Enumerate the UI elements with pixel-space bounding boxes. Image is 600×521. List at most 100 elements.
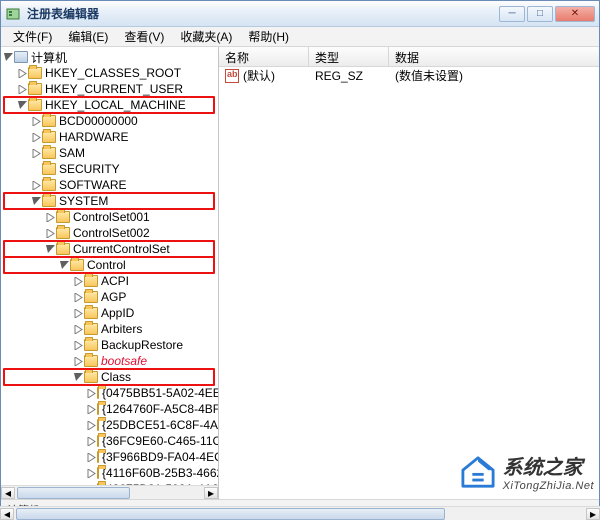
folder-icon	[84, 371, 98, 383]
tree-label: HKEY_CURRENT_USER	[45, 82, 183, 96]
tree-item[interactable]: AGP	[73, 289, 218, 305]
expand-icon[interactable]	[87, 420, 96, 430]
scroll-right-button[interactable]: ▸	[586, 508, 600, 520]
tree-item-guid[interactable]: {1264760F-A5C8-4BFE-B314-D56A7B	[87, 401, 218, 417]
tree-item-guid[interactable]: {25DBCE51-6C8F-4A72-8A6D-B54C2B	[87, 417, 218, 433]
scroll-thumb[interactable]	[16, 508, 445, 520]
collapse-icon[interactable]	[45, 244, 55, 254]
tree-item[interactable]: SECURITY	[31, 161, 218, 177]
folder-icon	[56, 243, 70, 255]
tree-item-guid[interactable]: {0475BB51-5A02-4EE0-B36C-29040F	[87, 385, 218, 401]
column-data[interactable]: 数据	[389, 47, 599, 66]
expand-icon[interactable]	[87, 404, 96, 414]
expand-icon[interactable]	[31, 132, 41, 142]
tree-item-control[interactable]: Control	[59, 257, 218, 273]
collapse-icon[interactable]	[3, 52, 13, 62]
tree-item-hkcu[interactable]: HKEY_CURRENT_USER	[17, 81, 218, 97]
registry-tree: 计算机 HKEY_CLASSES_ROOT HKEY_CURRENT_USER …	[1, 49, 218, 499]
expand-icon[interactable]	[73, 356, 83, 366]
folder-icon	[28, 83, 42, 95]
expand-icon[interactable]	[45, 228, 55, 238]
expand-icon[interactable]	[73, 324, 83, 334]
collapse-icon[interactable]	[59, 260, 69, 270]
list-body[interactable]: (默认) REG_SZ (数值未设置)	[219, 67, 599, 499]
expand-icon[interactable]	[31, 180, 41, 190]
folder-icon	[97, 451, 99, 463]
close-button[interactable]: ✕	[555, 6, 595, 22]
expand-icon[interactable]	[73, 340, 83, 350]
minimize-button[interactable]: ─	[499, 6, 525, 22]
tree-item[interactable]: Arbiters	[73, 321, 218, 337]
tree-item[interactable]: bootsafe	[73, 353, 218, 369]
expand-icon[interactable]	[45, 212, 55, 222]
titlebar[interactable]: 注册表编辑器 ─ □ ✕	[1, 1, 599, 27]
tree-pane[interactable]: 计算机 HKEY_CLASSES_ROOT HKEY_CURRENT_USER …	[1, 47, 219, 499]
tree-label: BCD00000000	[59, 114, 138, 128]
tree-item-class[interactable]: Class	[73, 369, 218, 385]
horizontal-scrollbar[interactable]: ◂ ▸	[1, 485, 218, 499]
tree-item[interactable]: SOFTWARE	[31, 177, 218, 193]
horizontal-scrollbar[interactable]: ◂ ▸	[0, 506, 600, 520]
tree-item-hklm[interactable]: HKEY_LOCAL_MACHINE	[17, 97, 218, 113]
menu-file[interactable]: 文件(F)	[7, 27, 58, 46]
scroll-left-button[interactable]: ◂	[0, 508, 14, 520]
tree-label: {3F966BD9-FA04-4EC5-991C-D3267	[102, 450, 219, 464]
folder-icon	[84, 275, 98, 287]
collapse-icon[interactable]	[73, 372, 83, 382]
expand-icon[interactable]	[17, 68, 27, 78]
value-type: REG_SZ	[309, 69, 389, 83]
column-name[interactable]: 名称	[219, 47, 309, 66]
expand-icon[interactable]	[73, 276, 83, 286]
scroll-track[interactable]	[14, 508, 586, 520]
expand-icon[interactable]	[87, 436, 96, 446]
collapse-icon[interactable]	[17, 100, 27, 110]
scroll-thumb[interactable]	[17, 487, 130, 499]
tree-item[interactable]: SAM	[31, 145, 218, 161]
content-area: 计算机 HKEY_CLASSES_ROOT HKEY_CURRENT_USER …	[1, 47, 599, 499]
column-type[interactable]: 类型	[309, 47, 389, 66]
tree-item[interactable]: ControlSet001	[45, 209, 218, 225]
collapse-icon[interactable]	[31, 196, 41, 206]
tree-label: HKEY_CLASSES_ROOT	[45, 66, 181, 80]
scroll-right-button[interactable]: ▸	[204, 487, 218, 499]
tree-item-guid[interactable]: {3F966BD9-FA04-4EC5-991C-D3267	[87, 449, 218, 465]
tree-label: ControlSet002	[73, 226, 150, 240]
folder-icon	[70, 259, 84, 271]
tree-item[interactable]: BackupRestore	[73, 337, 218, 353]
value-data: (数值未设置)	[389, 67, 599, 84]
expand-icon[interactable]	[87, 452, 96, 462]
menu-edit[interactable]: 编辑(E)	[62, 27, 114, 46]
expand-icon[interactable]	[31, 116, 41, 126]
tree-item-hkcr[interactable]: HKEY_CLASSES_ROOT	[17, 65, 218, 81]
tree-item-system[interactable]: SYSTEM	[31, 193, 218, 209]
tree-label: AGP	[101, 290, 126, 304]
tree-root[interactable]: 计算机	[3, 49, 218, 65]
tree-label: {0475BB51-5A02-4EE0-B36C-29040F	[102, 386, 219, 400]
value-row[interactable]: (默认) REG_SZ (数值未设置)	[219, 67, 599, 84]
menu-favorites[interactable]: 收藏夹(A)	[174, 27, 238, 46]
menu-help[interactable]: 帮助(H)	[242, 27, 295, 46]
folder-icon	[56, 227, 70, 239]
tree-item[interactable]: HARDWARE	[31, 129, 218, 145]
tree-item[interactable]: AppID	[73, 305, 218, 321]
scroll-left-button[interactable]: ◂	[1, 487, 15, 499]
maximize-button[interactable]: □	[527, 6, 553, 22]
expand-icon[interactable]	[73, 292, 83, 302]
menu-view[interactable]: 查看(V)	[118, 27, 170, 46]
folder-icon	[28, 67, 42, 79]
tree-item[interactable]: ControlSet002	[45, 225, 218, 241]
tree-item-guid[interactable]: {36FC9E60-C465-11CF-8056-444553	[87, 433, 218, 449]
expand-icon[interactable]	[31, 148, 41, 158]
folder-icon	[42, 147, 56, 159]
tree-item-guid[interactable]: {4116F60B-25B3-4662-B732-99A9B	[87, 465, 218, 481]
expand-icon[interactable]	[87, 468, 96, 478]
expand-icon[interactable]	[87, 388, 96, 398]
tree-item[interactable]: BCD00000000	[31, 113, 218, 129]
tree-label: SAM	[59, 146, 85, 160]
tree-item-currentcontrolset[interactable]: CurrentControlSet	[45, 241, 218, 257]
expand-icon[interactable]	[17, 84, 27, 94]
scroll-track[interactable]	[15, 487, 204, 499]
tree-item[interactable]: ACPI	[73, 273, 218, 289]
expand-icon[interactable]	[73, 308, 83, 318]
tree-label: {1264760F-A5C8-4BFE-B314-D56A7B	[102, 402, 219, 416]
